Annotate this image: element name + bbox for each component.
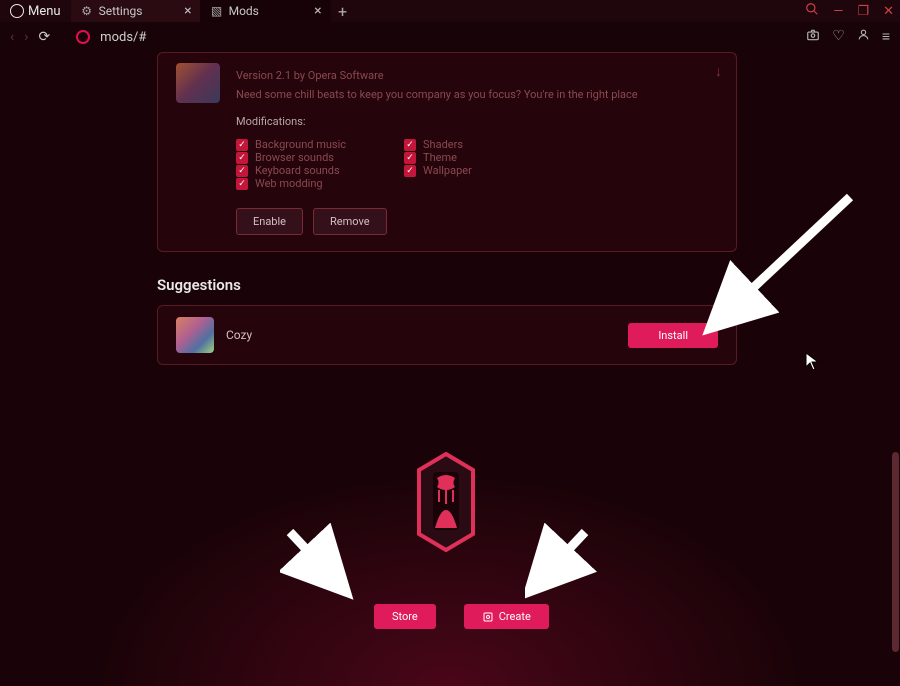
gear-icon: ⚙	[81, 5, 93, 17]
suggestions-title: Suggestions	[157, 276, 241, 294]
mod-emblem	[415, 452, 477, 552]
nav-back-icon[interactable]: ‹	[10, 29, 14, 45]
checkbox-checked-icon: ✓	[236, 178, 248, 190]
content-area: ↓ Version 2.1 by Opera Software Need som…	[0, 52, 900, 686]
check-item[interactable]: ✓Background music	[236, 138, 386, 151]
mod-thumbnail	[176, 63, 220, 103]
tab-settings[interactable]: ⚙ Settings ×	[71, 0, 201, 22]
tab-label: Settings	[99, 4, 143, 18]
suggestion-card: Cozy Install	[157, 305, 737, 365]
modifications-grid: ✓Background music ✓Browser sounds ✓Keybo…	[236, 138, 718, 190]
suggestion-name: Cozy	[226, 328, 252, 342]
snapshot-icon[interactable]	[806, 28, 820, 46]
easy-setup-icon[interactable]: ≡	[882, 28, 890, 46]
checkbox-checked-icon: ✓	[236, 139, 248, 151]
check-item[interactable]: ✓Browser sounds	[236, 151, 386, 164]
checkbox-checked-icon: ✓	[236, 165, 248, 177]
modifications-label: Modifications:	[236, 115, 718, 128]
titlebar: Menu ⚙ Settings × ▧ Mods × + — ❐ ✕	[0, 0, 900, 22]
tab-mods[interactable]: ▧ Mods ×	[201, 0, 331, 22]
check-item[interactable]: ✓Keyboard sounds	[236, 164, 386, 177]
check-item[interactable]: ✓Wallpaper	[404, 164, 554, 177]
mouse-cursor-icon	[805, 352, 821, 376]
store-button[interactable]: Store	[374, 604, 436, 629]
install-button[interactable]: Install	[628, 323, 718, 348]
minimize-icon[interactable]: —	[833, 4, 843, 19]
annotation-arrow	[525, 522, 605, 602]
checkbox-checked-icon: ✓	[404, 152, 416, 164]
create-button[interactable]: Create	[464, 604, 549, 629]
opera-logo-icon	[10, 4, 24, 18]
profile-icon[interactable]	[857, 28, 870, 46]
search-icon[interactable]	[805, 2, 819, 20]
new-tab-button[interactable]: +	[331, 2, 355, 21]
maximize-icon[interactable]: ❐	[857, 4, 869, 19]
url-bar: ‹ › ⟳ mods/# ♡ ≡	[0, 22, 900, 52]
opera-o-icon	[76, 30, 90, 44]
remove-button[interactable]: Remove	[313, 208, 387, 235]
enable-button[interactable]: Enable	[236, 208, 303, 235]
create-icon	[482, 611, 494, 623]
check-item[interactable]: ✓Shaders	[404, 138, 554, 151]
check-item[interactable]: ✓Theme	[404, 151, 554, 164]
reload-icon[interactable]: ⟳	[38, 29, 50, 45]
mod-version: Version 2.1 by Opera Software	[236, 69, 718, 82]
window-controls: — ❐ ✕	[805, 0, 894, 22]
close-icon[interactable]: ×	[184, 4, 191, 18]
url-text[interactable]: mods/#	[100, 30, 146, 45]
suggestion-thumbnail	[176, 317, 214, 353]
close-icon[interactable]: ×	[314, 4, 321, 18]
close-window-icon[interactable]: ✕	[883, 4, 894, 19]
checkbox-checked-icon: ✓	[404, 139, 416, 151]
scrollbar-thumb[interactable]	[892, 452, 899, 652]
tab-label: Mods	[229, 4, 259, 18]
mods-icon: ▧	[211, 5, 223, 17]
nav-forward-icon[interactable]: ›	[24, 29, 28, 45]
heart-icon[interactable]: ♡	[832, 28, 845, 46]
check-item[interactable]: ✓Web modding	[236, 177, 386, 190]
scrollbar[interactable]	[890, 52, 900, 686]
download-icon[interactable]: ↓	[715, 63, 722, 80]
annotation-arrow	[280, 522, 360, 602]
checkbox-checked-icon: ✓	[404, 165, 416, 177]
menu-button[interactable]: Menu	[0, 0, 71, 22]
mod-description: Need some chill beats to keep you compan…	[236, 88, 718, 101]
footer-buttons: Store Create	[374, 604, 549, 629]
checkbox-checked-icon: ✓	[236, 152, 248, 164]
menu-label: Menu	[28, 4, 61, 19]
mod-card: ↓ Version 2.1 by Opera Software Need som…	[157, 52, 737, 252]
